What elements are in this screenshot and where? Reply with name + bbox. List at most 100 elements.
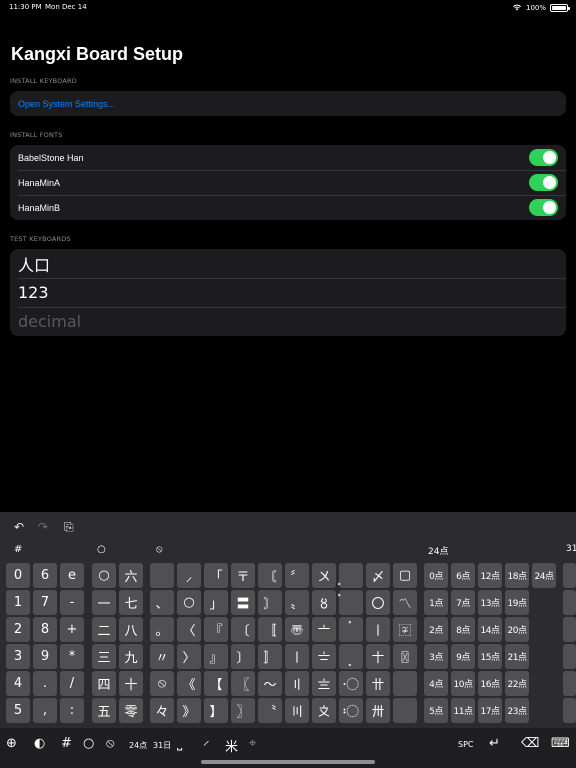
- key[interactable]: 〿: [393, 644, 417, 669]
- key[interactable]: 〮: [339, 671, 363, 696]
- key[interactable]: 《: [177, 671, 201, 696]
- hash-tab[interactable]: #: [61, 736, 72, 751]
- key[interactable]: e: [60, 563, 84, 588]
- key[interactable]: 0: [6, 563, 30, 588]
- key-partial[interactable]: [563, 698, 576, 723]
- key[interactable]: +: [60, 617, 84, 642]
- key[interactable]: 19点: [505, 590, 529, 615]
- key[interactable]: 〃: [150, 644, 174, 669]
- key[interactable]: 〒: [231, 563, 255, 588]
- key[interactable]: 〔: [231, 617, 255, 642]
- key[interactable]: 〩: [312, 698, 336, 723]
- open-system-settings-row[interactable]: Open System Settings...: [10, 91, 566, 116]
- key[interactable]: [393, 698, 417, 723]
- key[interactable]: 々: [150, 698, 174, 723]
- key[interactable]: 三: [92, 644, 116, 669]
- key[interactable]: 〡: [285, 644, 309, 669]
- key[interactable]: 〣: [285, 698, 309, 723]
- key[interactable]: 「: [204, 563, 228, 588]
- key[interactable]: 4点: [424, 671, 448, 696]
- key[interactable]: 8点: [451, 617, 475, 642]
- key[interactable]: 】: [204, 698, 228, 723]
- key[interactable]: ⸝: [177, 563, 201, 588]
- key[interactable]: 5: [6, 698, 30, 723]
- font-toggle[interactable]: [529, 149, 558, 166]
- key[interactable]: 13点: [478, 590, 502, 615]
- key[interactable]: 七: [119, 590, 143, 615]
- key[interactable]: 6: [33, 563, 57, 588]
- key[interactable]: .: [33, 671, 57, 696]
- delete-icon[interactable]: ⌫: [521, 736, 539, 751]
- key[interactable]: 10点: [451, 671, 475, 696]
- key[interactable]: 【: [204, 671, 228, 696]
- toggle-icon[interactable]: ◐: [34, 736, 45, 751]
- key[interactable]: 〡: [366, 617, 390, 642]
- key[interactable]: ▢: [393, 563, 417, 588]
- key[interactable]: 〟: [285, 590, 309, 615]
- key-partial[interactable]: [563, 590, 576, 615]
- key[interactable]: 〸: [366, 644, 390, 669]
- key[interactable]: 〙: [258, 590, 282, 615]
- key[interactable]: 5点: [424, 698, 448, 723]
- key[interactable]: 零: [119, 698, 143, 723]
- key[interactable]: 〽: [393, 590, 417, 615]
- key[interactable]: 16点: [478, 671, 502, 696]
- key[interactable]: 八: [119, 617, 143, 642]
- key[interactable]: 〾: [393, 617, 417, 642]
- key[interactable]: 〛: [258, 644, 282, 669]
- return-icon[interactable]: ↵: [489, 736, 500, 751]
- key[interactable]: 22点: [505, 671, 529, 696]
- pts24-tab[interactable]: 24点: [129, 740, 147, 751]
- circled-tab[interactable]: ⦸: [106, 736, 114, 751]
- open-system-settings-link[interactable]: Open System Settings...: [18, 99, 115, 109]
- key[interactable]: 〗: [231, 698, 255, 723]
- key[interactable]: 0点: [424, 563, 448, 588]
- key[interactable]: ○: [177, 590, 201, 615]
- key[interactable]: 九: [119, 644, 143, 669]
- key[interactable]: 9点: [451, 644, 475, 669]
- key[interactable]: 9: [33, 644, 57, 669]
- key[interactable]: 8: [33, 617, 57, 642]
- key[interactable]: 2点: [424, 617, 448, 642]
- key[interactable]: 〥: [312, 590, 336, 615]
- key[interactable]: 15点: [478, 644, 502, 669]
- key[interactable]: 〪: [339, 563, 363, 588]
- key-partial[interactable]: [563, 617, 576, 642]
- test-field-decimal[interactable]: decimal: [10, 307, 566, 336]
- test-field-cjk[interactable]: 人口: [10, 249, 566, 278]
- key[interactable]: 》: [177, 698, 201, 723]
- font-toggle[interactable]: [529, 174, 558, 191]
- key[interactable]: ⦸: [150, 671, 174, 696]
- key[interactable]: /: [60, 671, 84, 696]
- key[interactable]: 〨: [312, 671, 336, 696]
- key[interactable]: -: [60, 590, 84, 615]
- key[interactable]: 〕: [231, 644, 255, 669]
- key[interactable]: 〇: [366, 590, 390, 615]
- key[interactable]: 。: [150, 617, 174, 642]
- key[interactable]: 3: [6, 644, 30, 669]
- key[interactable]: 11点: [451, 698, 475, 723]
- key[interactable]: 六: [119, 563, 143, 588]
- key[interactable]: ,: [33, 698, 57, 723]
- key[interactable]: 〈: [177, 617, 201, 642]
- key[interactable]: 〞: [285, 563, 309, 588]
- key[interactable]: 〧: [312, 644, 336, 669]
- key[interactable]: 十: [119, 671, 143, 696]
- key-partial[interactable]: [563, 671, 576, 696]
- bracket-tab[interactable]: ⎵: [177, 736, 182, 751]
- key[interactable]: 〬: [339, 617, 363, 642]
- key[interactable]: 五: [92, 698, 116, 723]
- key[interactable]: 〫: [339, 590, 363, 615]
- key[interactable]: 〘: [258, 563, 282, 588]
- crosshair-icon[interactable]: ⌖: [249, 736, 256, 751]
- key[interactable]: 1点: [424, 590, 448, 615]
- font-toggle[interactable]: [529, 199, 558, 216]
- key[interactable]: 12点: [478, 563, 502, 588]
- key[interactable]: 、: [150, 590, 174, 615]
- day31-tab[interactable]: 31日: [153, 740, 171, 751]
- key[interactable]: 3点: [424, 644, 448, 669]
- key[interactable]: 〹: [366, 671, 390, 696]
- key[interactable]: 〆: [366, 563, 390, 588]
- key[interactable]: *: [60, 644, 84, 669]
- undo-icon[interactable]: ↶: [14, 520, 24, 534]
